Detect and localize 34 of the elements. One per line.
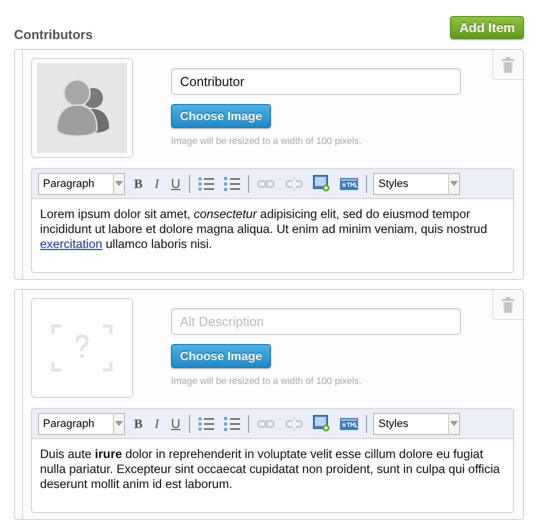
section-title: Contributors	[14, 27, 93, 42]
numbered-list-icon[interactable]	[222, 416, 242, 430]
format-dropdown[interactable]: Styles	[373, 172, 460, 194]
bold-button[interactable]: B	[131, 176, 146, 192]
editor-text[interactable]: Duis aute irure dolor in reprehenderit in voluptate velit esse cillum dolore eu fugiat nulla pariatur. Excepteur sint occaecat cupidatat non proident, sunt in culpa qui officia deserunt mollit anim id est laborum.	[32, 439, 513, 512]
alt-text-field[interactable]: Alt Description	[171, 308, 461, 335]
italic-button[interactable]: I	[152, 416, 162, 432]
italic-button[interactable]: I	[152, 176, 162, 192]
trash-icon	[502, 56, 514, 72]
numbered-list-icon[interactable]	[222, 176, 242, 190]
bullet-list-icon[interactable]	[196, 416, 216, 430]
trash-icon	[502, 296, 514, 312]
html-source-icon[interactable]	[338, 178, 360, 190]
bold-button[interactable]: B	[131, 416, 146, 432]
dropdown-arrow-icon	[115, 421, 123, 426]
dropdown-arrow-icon	[115, 181, 123, 186]
insert-image-icon[interactable]	[311, 415, 332, 432]
format-dropdown[interactable]: Paragraph	[38, 172, 125, 194]
format-dropdown[interactable]: Styles	[373, 412, 460, 434]
insert-image-icon[interactable]	[311, 175, 332, 192]
hint-text: Image will be resized to a width of 100 pixels.	[171, 376, 362, 387]
bullet-list-icon[interactable]	[196, 176, 216, 190]
underline-button[interactable]: U	[168, 416, 184, 431]
placeholder-image-icon	[51, 324, 113, 372]
dropdown-arrow-icon	[450, 181, 458, 186]
html-source-icon[interactable]	[338, 418, 360, 430]
format-dropdown[interactable]: Paragraph	[38, 412, 125, 434]
hint-text: Image will be resized to a width of 100 pixels.	[171, 136, 362, 147]
alt-text-field[interactable]: Contributor	[171, 68, 461, 95]
underline-button[interactable]: U	[168, 176, 184, 191]
dropdown-arrow-icon	[450, 421, 458, 426]
people-icon	[37, 63, 127, 153]
text-link[interactable]: exercitation	[40, 237, 102, 251]
editor-text[interactable]: Lorem ipsum dolor sit amet, consectetur adipisicing elit, sed do eiusmod tempor incididunt ut labore et dolore magna aliqua. Ut enim ad minim veniam, quis nostrud exercitation ullamco laboris nisi.	[32, 199, 513, 272]
